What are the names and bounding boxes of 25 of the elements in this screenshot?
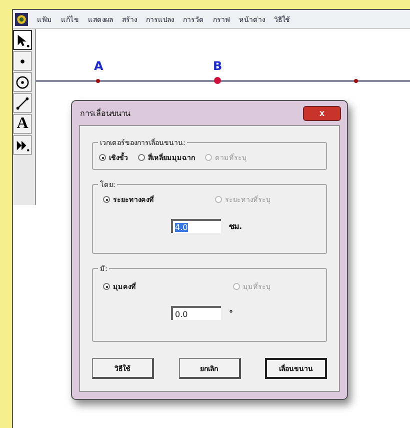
close-button[interactable]: x bbox=[303, 106, 341, 120]
unit-label: ซม. bbox=[229, 220, 242, 232]
radio-button[interactable] bbox=[99, 154, 106, 161]
point-label: B bbox=[213, 59, 222, 73]
radio-button[interactable] bbox=[103, 196, 110, 203]
point[interactable] bbox=[214, 77, 221, 84]
dialog-title: การเลื่อนขนาน bbox=[80, 107, 130, 120]
segment-icon bbox=[15, 96, 30, 110]
arrow-icon bbox=[15, 32, 30, 48]
compass-icon bbox=[15, 74, 30, 90]
tool-button[interactable] bbox=[13, 30, 32, 50]
point[interactable] bbox=[354, 79, 358, 83]
input-field[interactable]: 4.0 bbox=[171, 219, 221, 233]
tool-button[interactable] bbox=[13, 72, 32, 92]
point-label: A bbox=[94, 59, 104, 73]
tool-button[interactable] bbox=[13, 135, 32, 155]
input-field[interactable]: 0.0 bbox=[171, 306, 221, 320]
radio-button[interactable] bbox=[138, 154, 145, 161]
tool-button[interactable] bbox=[13, 93, 32, 113]
tool-button[interactable] bbox=[13, 51, 32, 71]
unit-label: ° bbox=[229, 308, 233, 318]
radio-button[interactable] bbox=[103, 283, 110, 290]
point[interactable] bbox=[96, 79, 100, 83]
tool-button[interactable]: A bbox=[13, 114, 32, 134]
app-icon bbox=[15, 12, 28, 26]
